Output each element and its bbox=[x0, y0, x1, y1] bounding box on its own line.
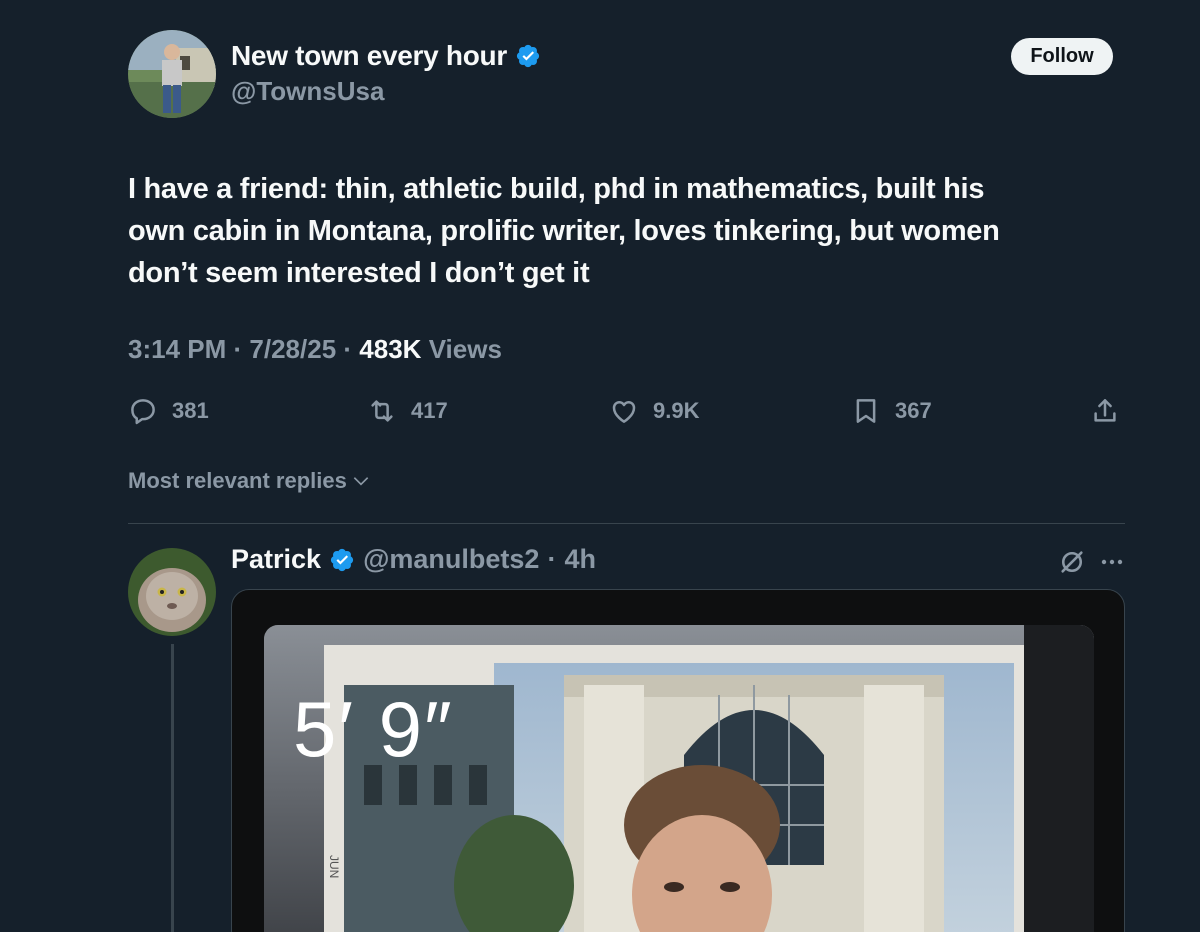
views-label: Views bbox=[428, 334, 502, 364]
svg-text:JUN: JUN bbox=[327, 855, 341, 878]
author-display-name[interactable]: New town every hour bbox=[231, 40, 507, 72]
follow-button[interactable]: Follow bbox=[1011, 38, 1113, 75]
bookmark-icon bbox=[856, 399, 876, 423]
meta-separator: · bbox=[233, 334, 243, 364]
reply-icon bbox=[131, 399, 155, 425]
tweet-detail-page: New town every hour @TownsUsa Follow I h… bbox=[0, 0, 1200, 932]
views-count: 483K bbox=[359, 334, 422, 364]
reply-count: 381 bbox=[172, 398, 209, 423]
tweet-text-line: own cabin in Montana, prolific writer, l… bbox=[128, 215, 1000, 247]
author-name[interactable]: New town every hour bbox=[231, 40, 541, 72]
meta-separator: · bbox=[343, 334, 353, 364]
share-icon bbox=[1094, 399, 1116, 422]
tweet-text-line: don’t seem interested I don’t get it bbox=[128, 257, 590, 289]
verified-badge-icon bbox=[516, 44, 540, 68]
verified-badge-icon bbox=[330, 548, 354, 571]
tweet-meta: 3:14 PM · 7/28/25 · 483K Views bbox=[128, 334, 502, 365]
like-icon bbox=[612, 401, 636, 423]
bookmark-count: 367 bbox=[895, 398, 932, 423]
share-button[interactable] bbox=[1090, 394, 1120, 428]
grok-icon[interactable] bbox=[1058, 548, 1086, 576]
tweet-time[interactable]: 3:14 PM bbox=[128, 334, 226, 364]
chevron-down-icon bbox=[353, 477, 369, 486]
tweet-text-line: I have a friend: thin, athletic build, p… bbox=[128, 173, 985, 205]
repost-button[interactable]: 417 bbox=[367, 394, 448, 428]
author-avatar[interactable] bbox=[128, 30, 216, 118]
like-count: 9.9K bbox=[653, 398, 700, 423]
replies-sort-dropdown[interactable]: Most relevant replies bbox=[128, 468, 371, 494]
reply-separator: · bbox=[547, 544, 557, 574]
tweet-date[interactable]: 7/28/25 bbox=[249, 334, 336, 364]
reply-author-avatar[interactable] bbox=[128, 548, 216, 636]
repost-count: 417 bbox=[411, 398, 448, 423]
author-handle[interactable]: @TownsUsa bbox=[231, 76, 384, 107]
reply-photo[interactable]: JUN bbox=[264, 625, 1094, 932]
reply-time[interactable]: 4h bbox=[564, 544, 596, 575]
tweet-text: I have a friend: thin, athletic build, p… bbox=[128, 168, 1128, 294]
media-caption: 5′ 9″ bbox=[293, 685, 454, 773]
reply-header: Patrick @manulbets2 · 4h bbox=[231, 544, 596, 575]
repost-icon bbox=[371, 400, 393, 422]
replies-sort-label: Most relevant replies bbox=[128, 468, 347, 493]
reply-button[interactable]: 381 bbox=[128, 394, 209, 428]
divider bbox=[128, 523, 1125, 524]
reply-author-name[interactable]: Patrick bbox=[231, 544, 321, 575]
bookmark-button[interactable]: 367 bbox=[851, 394, 932, 428]
reply-author-handle[interactable]: @manulbets2 bbox=[363, 544, 539, 575]
thread-line bbox=[171, 644, 174, 932]
more-icon[interactable] bbox=[1098, 550, 1126, 574]
like-button[interactable]: 9.9K bbox=[609, 394, 699, 428]
